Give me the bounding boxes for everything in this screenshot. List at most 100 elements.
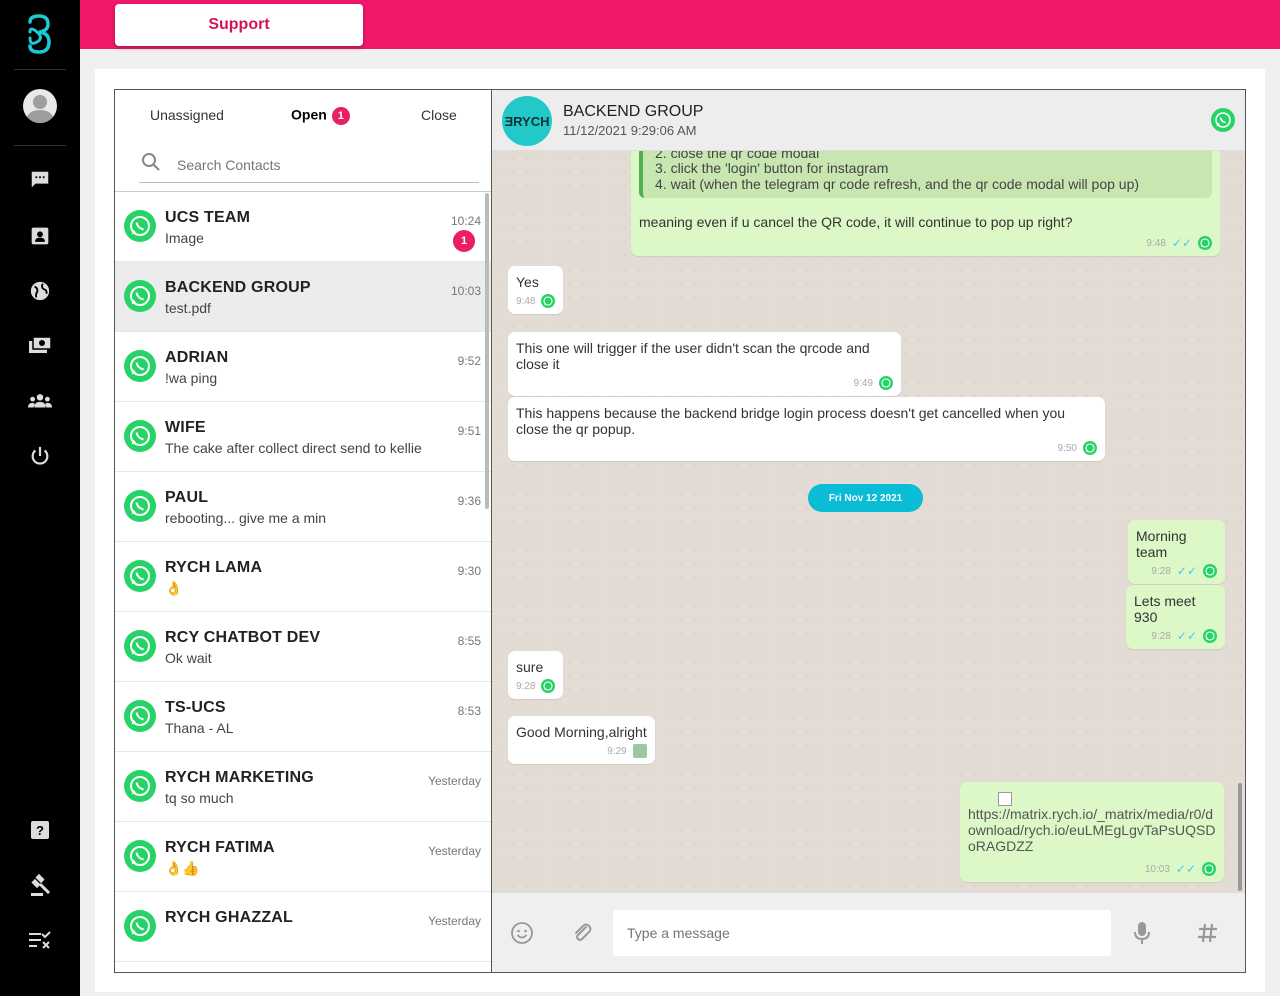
hashtag-icon[interactable] bbox=[1196, 921, 1220, 945]
group-avatar[interactable]: ƎRYCH bbox=[502, 96, 552, 146]
contact-list-scrollbar[interactable] bbox=[485, 193, 489, 509]
message-time: 9:28 bbox=[1151, 565, 1171, 577]
contact-name: BACKEND GROUP bbox=[165, 279, 311, 296]
whatsapp-icon[interactable] bbox=[1211, 108, 1235, 132]
last-message-time: Yesterday bbox=[428, 844, 481, 858]
contact-item[interactable]: ADRIAN !wa ping 9:52 bbox=[115, 332, 491, 402]
contact-item[interactable]: WIFE The cake after collect direct send t… bbox=[115, 402, 491, 472]
user-avatar[interactable] bbox=[23, 89, 57, 123]
power-icon[interactable] bbox=[28, 444, 52, 468]
date-separator: Fri Nov 12 2021 bbox=[808, 484, 923, 512]
search-input[interactable] bbox=[177, 155, 467, 175]
search-icon bbox=[142, 153, 160, 171]
message-bubble-incoming[interactable]: Yes 9:48 bbox=[508, 266, 564, 314]
help-icon[interactable]: ? bbox=[28, 818, 52, 842]
contact-item[interactable]: RCY CHATBOT DEV Ok wait 8:55 bbox=[115, 612, 491, 682]
gavel-icon[interactable] bbox=[28, 873, 52, 897]
tab-label: Unassigned bbox=[150, 107, 224, 123]
message-bubble-incoming[interactable]: This happens because the backend bridge … bbox=[508, 397, 1105, 461]
contact-name: RYCH LAMA bbox=[165, 559, 263, 576]
message-time: 9:28 bbox=[516, 680, 536, 692]
message-input[interactable] bbox=[613, 910, 1111, 956]
contact-item[interactable]: UCS TEAM Image 10:24 1 bbox=[115, 192, 491, 262]
last-message-preview: test.pdf bbox=[165, 300, 211, 316]
message-bubble-incoming[interactable]: sure 9:28 bbox=[508, 651, 564, 699]
double-check-icon: ✓✓ bbox=[1176, 564, 1197, 578]
contact-item[interactable]: RYCH FATIMA 👌👍 Yesterday bbox=[115, 822, 491, 892]
message-meta: 9:28 bbox=[516, 679, 556, 693]
last-message-preview: !wa ping bbox=[165, 370, 218, 386]
last-message-preview: rebooting... give me a min bbox=[165, 510, 327, 526]
last-message-preview: Thana - AL bbox=[165, 720, 234, 736]
tab-unassigned[interactable]: Unassigned bbox=[150, 107, 224, 123]
last-message-time: Yesterday bbox=[428, 774, 481, 788]
whatsapp-icon bbox=[541, 679, 556, 693]
contact-name: WIFE bbox=[165, 419, 206, 436]
message-meta: 10:03 ✓✓ bbox=[968, 862, 1216, 876]
whatsapp-icon bbox=[124, 630, 156, 662]
message-bubble-outgoing[interactable]: Morning team 9:28 ✓✓ bbox=[1128, 520, 1225, 584]
attachment-icon[interactable] bbox=[570, 921, 594, 945]
quoted-line: 2. close the qr code modal bbox=[655, 151, 820, 160]
chat-scrollbar[interactable] bbox=[1238, 783, 1242, 891]
chat-header: ƎRYCH BACKEND GROUP 11/12/2021 9:29:06 A… bbox=[492, 90, 1245, 151]
message-bubble-outgoing[interactable]: Lets meet 930 9:28 ✓✓ bbox=[1126, 585, 1225, 649]
contact-item[interactable]: RYCH MARKETING tq so much Yesterday bbox=[115, 752, 491, 822]
last-message-time: 9:30 bbox=[457, 564, 481, 578]
quoted-message[interactable]: 2. close the qr code modal 3. click the … bbox=[639, 151, 1212, 198]
whatsapp-icon bbox=[124, 350, 156, 382]
message-bubble-incoming[interactable]: This one will trigger if the user didn't… bbox=[508, 332, 901, 396]
broadcast-icon[interactable] bbox=[28, 334, 52, 358]
contact-name: RYCH FATIMA bbox=[165, 839, 275, 856]
message-time: 9:28 bbox=[1151, 630, 1171, 642]
last-message-time: 9:36 bbox=[457, 494, 481, 508]
contact-item[interactable]: PAUL rebooting... give me a min 9:36 bbox=[115, 472, 491, 542]
quoted-line: 4. wait (when the telegram qr code refre… bbox=[655, 176, 1140, 192]
message-time: 9:48 bbox=[1146, 237, 1166, 249]
contact-item[interactable]: TS-UCS Thana - AL 8:53 bbox=[115, 682, 491, 752]
microphone-icon[interactable] bbox=[1130, 921, 1154, 945]
checklist-icon[interactable] bbox=[28, 928, 52, 952]
last-message-preview: Image bbox=[165, 230, 204, 246]
contact-card-icon[interactable] bbox=[28, 224, 52, 248]
message-meta: 9:48 ✓✓ bbox=[639, 236, 1212, 250]
contact-name: ADRIAN bbox=[165, 349, 229, 366]
app-logo-icon[interactable] bbox=[24, 14, 54, 56]
contact-item[interactable]: BACKEND GROUP test.pdf 10:03 bbox=[115, 262, 491, 332]
contact-list: UCS TEAM Image 10:24 1 BACKEND GROUP test.pdf… bbox=[115, 192, 491, 962]
image-link-text[interactable]: https://matrix.rych.io/_matrix/media/r0/… bbox=[968, 806, 1216, 854]
tab-label: Close bbox=[421, 107, 457, 123]
whatsapp-icon bbox=[541, 294, 556, 308]
chat-icon[interactable] bbox=[28, 168, 52, 192]
tab-support[interactable]: Support bbox=[115, 4, 363, 46]
contact-name: RCY CHATBOT DEV bbox=[165, 629, 321, 646]
tab-open[interactable]: Open 1 bbox=[291, 106, 351, 126]
last-message-preview: 👌👍 bbox=[165, 860, 200, 876]
message-bubble-incoming[interactable]: Good Morning,alright 9:29 bbox=[508, 716, 655, 764]
message-text: sure bbox=[516, 659, 544, 675]
whatsapp-icon bbox=[124, 560, 156, 592]
open-count-badge: 1 bbox=[330, 106, 351, 126]
contact-item[interactable]: RYCH LAMA 👌 9:30 bbox=[115, 542, 491, 612]
last-message-time: 10:03 bbox=[450, 284, 481, 298]
message-meta: 9:49 bbox=[516, 376, 893, 390]
last-message-preview: tq so much bbox=[165, 790, 234, 806]
tab-close[interactable]: Close bbox=[421, 107, 457, 123]
globe-icon[interactable] bbox=[28, 279, 52, 303]
message-text: Yes bbox=[516, 274, 539, 290]
group-icon[interactable] bbox=[28, 389, 52, 413]
message-list[interactable]: 2. close the qr code modal 3. click the … bbox=[492, 151, 1245, 892]
contact-name: RYCH GHAZZAL bbox=[165, 909, 294, 926]
broken-image-icon bbox=[998, 792, 1012, 806]
message-bubble-outgoing[interactable]: https://matrix.rych.io/_matrix/media/r0/… bbox=[960, 782, 1224, 882]
last-message-time: 9:51 bbox=[457, 424, 481, 438]
message-meta: 9:29 bbox=[516, 744, 647, 758]
contacts-panel: Unassigned Open1 Close UCS TEAMImage10:2… bbox=[114, 89, 492, 973]
message-bubble-outgoing[interactable]: 2. close the qr code modal 3. click the … bbox=[631, 151, 1220, 256]
contact-item[interactable]: RYCH GHAZZAL Yesterday bbox=[115, 892, 491, 962]
contact-name: PAUL bbox=[165, 489, 209, 506]
message-text: This one will trigger if the user didn't… bbox=[516, 340, 870, 372]
emoji-icon[interactable] bbox=[510, 921, 534, 945]
message-text: Morning team bbox=[1136, 528, 1187, 560]
message-text: Lets meet 930 bbox=[1134, 593, 1196, 625]
